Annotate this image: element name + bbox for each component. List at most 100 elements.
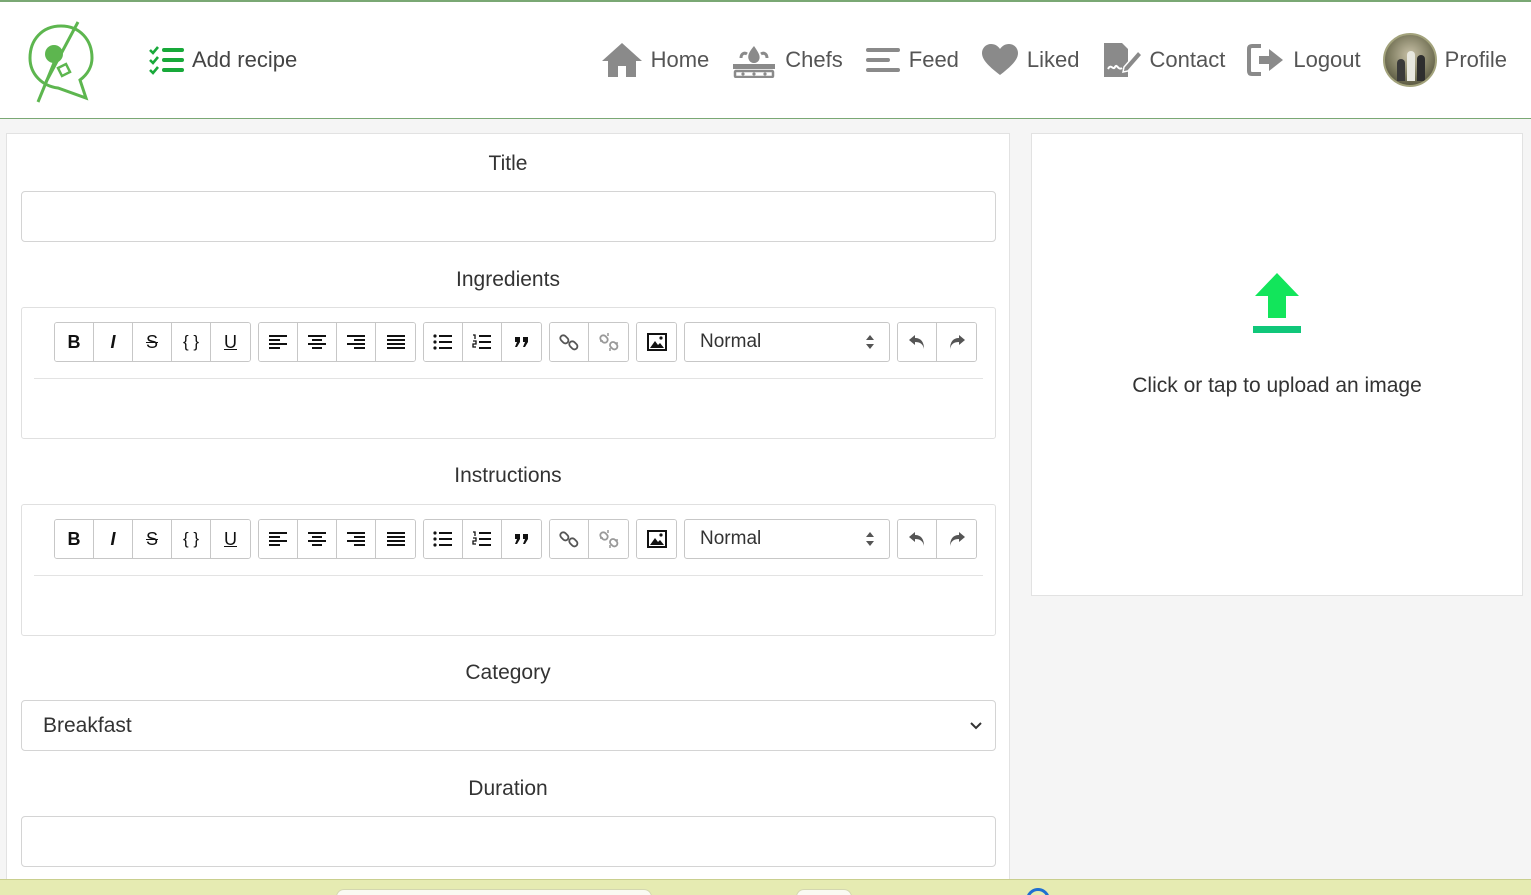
blockquote-button[interactable] [502,520,541,558]
align-justify-icon [386,532,405,546]
blockquote-button[interactable] [502,323,541,361]
nav-liked[interactable]: Liked [981,43,1080,77]
underline-button[interactable]: U [211,520,250,558]
bold-button[interactable]: B [55,520,94,558]
bullet-list-button[interactable] [424,323,463,361]
nav-contact[interactable]: Contact [1102,41,1226,79]
instructions-text-area[interactable] [34,577,983,631]
link-button[interactable] [550,520,589,558]
undo-button[interactable] [898,520,937,558]
add-recipe-label: Add recipe [192,47,298,72]
ingredients-editor: B I S { } U Normal [21,307,996,439]
instructions-toolbar: B I S { } U Normal [54,519,984,559]
bullet-list-button[interactable] [424,520,463,558]
bottom-bar [0,879,1531,895]
category-label: Category [465,661,551,684]
unlink-icon [598,333,618,351]
bold-button[interactable]: B [55,323,94,361]
taskbar-app-button[interactable] [796,889,852,895]
align-justify-button[interactable] [376,520,415,558]
numbered-list-button[interactable] [463,520,502,558]
italic-button[interactable]: I [94,323,133,361]
nav-chefs-label: Chefs [785,47,843,72]
heading-select[interactable]: Normal [684,519,890,559]
ingredients-label: Ingredients [456,268,560,291]
numbered-list-icon [472,334,491,349]
align-center-icon [308,335,326,349]
link-icon [559,334,579,351]
code-button[interactable]: { } [172,520,211,558]
heart-icon [981,44,1018,75]
strikethrough-button[interactable]: S [133,520,172,558]
ingredients-toolbar: B I S { } U Normal [54,322,984,362]
category-select[interactable]: Breakfast [21,700,996,751]
align-right-icon [347,532,365,546]
upload-instructions: Click or tap to upload an image [1132,374,1422,397]
align-right-button[interactable] [337,323,376,361]
home-icon [601,43,642,77]
instructions-editor: B I S { } U Normal [21,504,996,636]
align-justify-button[interactable] [376,323,415,361]
nav-feed-label: Feed [908,47,959,72]
editor-divider [34,575,983,576]
chevron-down-icon [970,721,982,729]
image-icon [646,333,667,351]
upload-arrow-icon [1253,273,1301,333]
nav-profile[interactable]: Profile [1382,33,1507,87]
align-left-icon [269,335,287,349]
strikethrough-button[interactable]: S [133,323,172,361]
logo-icon[interactable] [24,18,98,106]
logout-icon [1247,44,1284,76]
nav-contact-label: Contact [1149,47,1226,72]
add-recipe-link[interactable]: Add recipe [148,40,297,80]
nav-profile-label: Profile [1444,47,1507,72]
title-input[interactable] [21,191,996,242]
align-justify-icon [386,335,405,349]
nav-logout[interactable]: Logout [1247,43,1361,77]
duration-input[interactable] [21,816,996,867]
undo-icon [909,532,924,546]
avatar [1382,33,1437,87]
heading-select-value: Normal [700,331,762,352]
undo-icon [909,335,924,349]
nav-feed[interactable]: Feed [865,45,959,75]
italic-button[interactable]: I [94,520,133,558]
taskbar-browser-icon[interactable] [1026,888,1050,895]
redo-icon [949,335,965,349]
align-left-icon [269,532,287,546]
image-upload-area[interactable]: Click or tap to upload an image [1031,133,1523,596]
align-left-button[interactable] [259,323,298,361]
nav-logout-label: Logout [1293,47,1361,72]
nav-chefs[interactable]: Chefs [731,42,843,78]
align-center-button[interactable] [298,323,337,361]
redo-button[interactable] [937,323,976,361]
top-navbar: Add recipe Home Chefs Feed Liked Contact… [0,0,1531,119]
updown-arrows-icon [866,335,874,349]
redo-icon [949,532,965,546]
duration-label: Duration [468,777,548,800]
bullet-list-icon [433,334,452,350]
underline-button[interactable]: U [211,323,250,361]
align-right-button[interactable] [337,520,376,558]
heading-select[interactable]: Normal [684,322,890,362]
redo-button[interactable] [937,520,976,558]
align-right-icon [347,335,365,349]
numbered-list-button[interactable] [463,323,502,361]
heading-select-value: Normal [700,528,762,549]
nav-home[interactable]: Home [601,42,709,78]
insert-image-button[interactable] [637,323,676,361]
unlink-button[interactable] [589,323,628,361]
contact-sign-icon [1103,43,1142,77]
code-button[interactable]: { } [172,323,211,361]
category-select-value: Breakfast [43,713,132,737]
numbered-list-icon [472,531,491,546]
unlink-button[interactable] [589,520,628,558]
link-button[interactable] [550,323,589,361]
taskbar-search-field[interactable] [336,889,652,895]
undo-button[interactable] [898,323,937,361]
ingredients-text-area[interactable] [34,380,983,434]
align-left-button[interactable] [259,520,298,558]
insert-image-button[interactable] [637,520,676,558]
align-center-button[interactable] [298,520,337,558]
image-icon [646,530,667,548]
